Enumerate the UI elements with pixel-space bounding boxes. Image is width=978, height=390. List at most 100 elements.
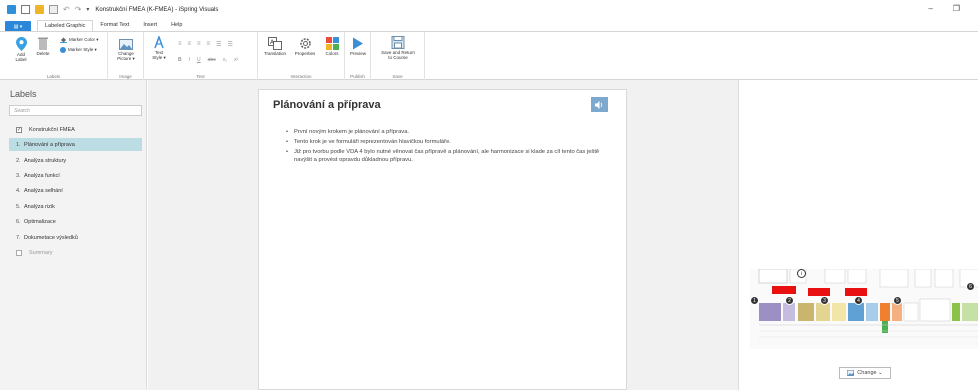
label-item-summary[interactable]: Summary — [9, 246, 142, 259]
marker-1[interactable]: 1 — [750, 296, 759, 305]
paragraph-align-row: ≡ ≡ ≡ ≡ ☰ ☰ — [178, 41, 233, 48]
bullet-item: První novým krokem je plánování a přípra… — [286, 129, 606, 137]
publish-group: Preview Publish — [345, 32, 371, 80]
new-file-icon[interactable] — [21, 5, 30, 14]
marker-style-button[interactable]: Marker Style ▾ — [60, 47, 97, 53]
add-label-button[interactable]: Add Label — [11, 37, 31, 62]
interaction-group-label: Interaction — [290, 74, 312, 79]
graphic-thumbnail[interactable]: i 1 2 3 4 5 6 — [750, 268, 978, 349]
preview-text: Preview — [349, 51, 366, 56]
colors-button[interactable]: Colors — [321, 37, 343, 56]
label-content-card[interactable]: Plánování a příprava První novým krokem … — [258, 89, 627, 390]
label-item-number: 3. — [16, 172, 21, 179]
label-item-konstrukcni-fmea[interactable]: ✓ Konstrukční FMEA — [9, 123, 142, 136]
translation-icon: A — [268, 37, 282, 50]
delete-text: Delete — [36, 51, 50, 56]
label-title[interactable]: Plánování a příprava — [273, 99, 381, 111]
label-item-text: Analýza selhání — [24, 187, 63, 194]
label-item-2[interactable]: 2. Analýza struktury — [9, 154, 142, 167]
app-icon — [7, 5, 16, 14]
label-item-number: 5. — [16, 203, 21, 210]
label-item-text: Analýza funkcí — [24, 172, 60, 179]
delete-button[interactable]: Delete — [33, 37, 53, 56]
save-icon[interactable] — [49, 5, 58, 14]
colors-text: Colors — [325, 51, 339, 56]
redo-icon[interactable]: ↷ — [75, 5, 82, 14]
strikethrough-button[interactable]: abc — [208, 57, 216, 63]
labels-group: Add Label Delete Marker Color ▾ Marker S… — [0, 32, 108, 80]
picture-icon — [119, 39, 133, 50]
label-item-6[interactable]: 6. Optimalizace — [9, 215, 142, 228]
text-style-button[interactable]: Text Style ▾ — [147, 36, 171, 60]
marker-style-icon — [60, 47, 66, 53]
interaction-group: A Translation Properties Colors Interact… — [258, 32, 345, 80]
title-bar: ↶ ↷ ▾ Konstrukční FMEA (K-FMEA) - iSprin… — [0, 0, 978, 19]
label-item-7[interactable]: 7. Dokumetace výsledků — [9, 231, 142, 244]
save-and-return-text: Save and Return to Course — [381, 50, 415, 60]
label-item-4[interactable]: 4. Analýza selhání — [9, 184, 142, 197]
graphic-preview-panel: i 1 2 3 4 5 6 Change ⌄ — [738, 80, 978, 390]
search-input[interactable]: Search — [9, 105, 142, 116]
restore-button[interactable]: ❐ — [953, 4, 960, 13]
bullet-list-icon[interactable]: ☰ — [216, 41, 221, 48]
preview-button[interactable]: Preview — [347, 37, 369, 56]
marker-style-label: Marker Style ▾ — [68, 47, 97, 52]
subscript-button[interactable]: x₂ — [223, 57, 227, 63]
marker-6[interactable]: 6 — [966, 282, 975, 291]
gear-icon — [299, 38, 311, 49]
label-item-1[interactable]: 1. Plánování a příprava — [9, 138, 142, 151]
picture-icon — [847, 370, 855, 376]
underline-button[interactable]: U — [197, 57, 201, 63]
undo-icon[interactable]: ↶ — [63, 5, 70, 14]
align-center-icon[interactable]: ≡ — [188, 41, 192, 48]
change-button-text: Change ⌄ — [857, 370, 883, 376]
open-folder-icon[interactable] — [35, 5, 44, 14]
marker-4[interactable]: 4 — [854, 296, 863, 305]
bullet-item: Tento krok je ve formuláři reprezentován… — [286, 139, 606, 147]
save-group: Save and Return to Course Save — [371, 32, 425, 80]
audio-button[interactable] — [591, 97, 608, 112]
properties-button[interactable]: Properties — [291, 37, 319, 56]
marker-5[interactable]: 5 — [893, 296, 902, 305]
editor-area: Plánování a příprava První novým krokem … — [148, 80, 738, 390]
label-item-text: Analýza rizik — [24, 203, 55, 210]
save-and-return-button[interactable]: Save and Return to Course — [373, 36, 423, 60]
speaker-icon — [595, 100, 603, 109]
minimize-button[interactable]: – — [928, 4, 932, 13]
bullet-list[interactable]: První novým krokem je plánování a přípra… — [286, 129, 606, 167]
checkbox-checked-icon[interactable]: ✓ — [16, 126, 22, 133]
text-style-text: Text Style ▾ — [152, 50, 166, 60]
save-group-label: Save — [392, 74, 403, 79]
location-pin-icon — [15, 37, 27, 51]
superscript-button[interactable]: x² — [234, 57, 238, 63]
marker-color-button[interactable]: Marker Color ▾ — [60, 37, 99, 43]
change-picture-button[interactable]: Change Picture ▾ — [112, 39, 140, 61]
align-right-icon[interactable]: ≡ — [197, 41, 201, 48]
checkbox-unchecked-icon[interactable] — [16, 249, 22, 256]
label-item-text: Optimalizace — [24, 218, 56, 225]
marker-3[interactable]: 3 — [820, 296, 829, 305]
numbered-list-icon[interactable]: ☰ — [227, 41, 232, 48]
italic-button[interactable]: I — [189, 57, 190, 63]
customize-toolbar-icon[interactable]: ▾ — [86, 6, 89, 13]
align-left-icon[interactable]: ≡ — [178, 41, 182, 48]
quick-access-toolbar: ↶ ↷ ▾ — [0, 5, 89, 14]
trash-icon — [38, 37, 48, 50]
text-style-icon — [154, 36, 164, 49]
marker-summary[interactable]: i — [797, 269, 806, 278]
labels-panel: Labels Search ✓ Konstrukční FMEA 1. Plán… — [0, 80, 147, 390]
label-item-3[interactable]: 3. Analýza funkcí — [9, 169, 142, 182]
translation-button[interactable]: A Translation — [260, 37, 290, 56]
bold-button[interactable]: B — [178, 57, 182, 63]
label-item-text: Dokumetace výsledků — [24, 234, 78, 241]
text-group: Text Style ▾ ≡ ≡ ≡ ≡ ☰ ☰ B I U abc x₂ x²… — [144, 32, 258, 80]
palette-icon — [325, 37, 339, 50]
change-picture-dropdown[interactable]: Change ⌄ — [839, 367, 891, 379]
justify-icon[interactable]: ≡ — [207, 41, 211, 48]
publish-group-label: Publish — [350, 74, 365, 79]
label-item-text: Summary — [29, 249, 53, 256]
marker-2[interactable]: 2 — [785, 296, 794, 305]
labels-panel-title: Labels — [10, 89, 37, 99]
label-item-text: Plánování a příprava — [24, 141, 75, 148]
label-item-5[interactable]: 5. Analýza rizik — [9, 200, 142, 213]
